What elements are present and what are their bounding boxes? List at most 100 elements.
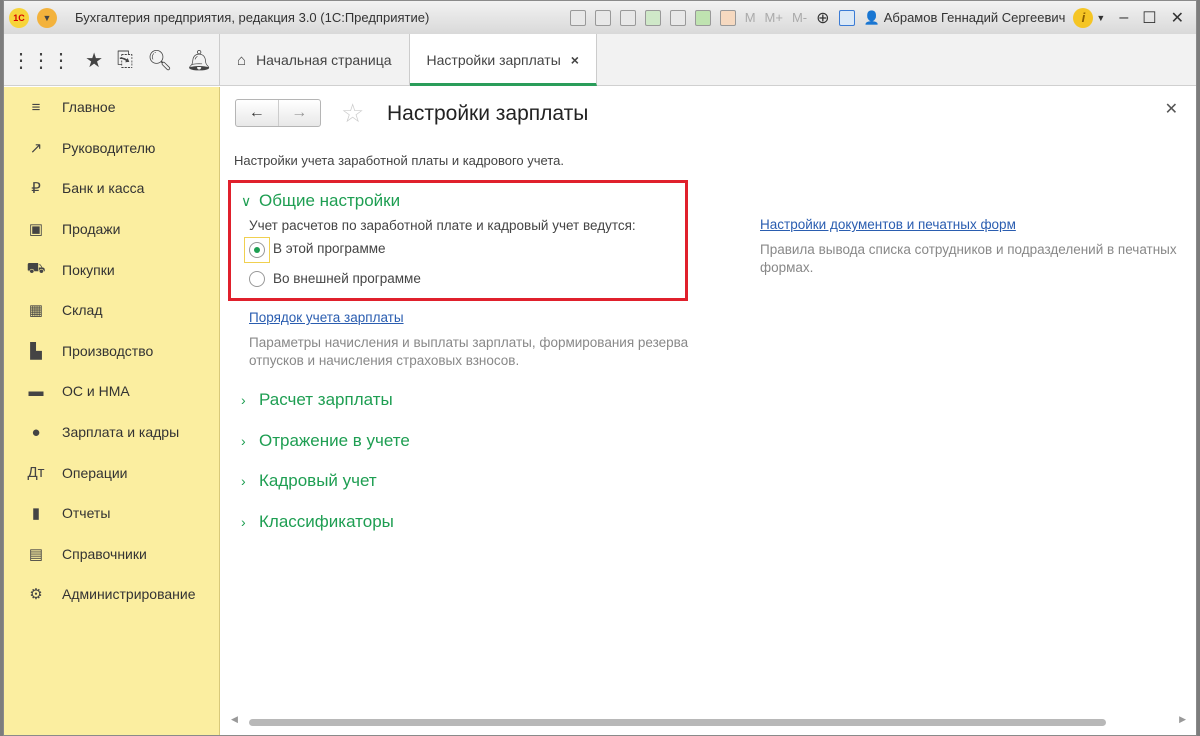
attach-file-icon[interactable] <box>644 9 661 26</box>
radio-external-program[interactable] <box>249 271 265 287</box>
user-name[interactable]: Абрамов Геннадий Сергеевич <box>884 10 1066 25</box>
sidebar-item[interactable]: ▦ Склад <box>4 290 219 331</box>
app-title: Бухгалтерия предприятия, редакция 3.0 (1… <box>75 10 430 25</box>
print-icon[interactable] <box>594 9 611 26</box>
radio-this-program[interactable] <box>249 242 265 258</box>
search-icon[interactable]: 🔍︎ <box>147 48 172 73</box>
sidebar-item[interactable]: ▮ Отчеты <box>4 493 219 534</box>
section-title: Общие настройки <box>259 191 401 210</box>
minimize-button[interactable]: – <box>1119 9 1128 27</box>
sidebar-item-label: Зарплата и кадры <box>62 424 180 441</box>
section-hr[interactable]: › Кадровый учет <box>241 471 377 491</box>
accounting-question: Учет расчетов по заработной плате и кадр… <box>249 218 636 233</box>
horizontal-scrollbar[interactable]: ◀ ▶ <box>231 714 1186 727</box>
close-tab-icon[interactable]: × <box>571 52 579 68</box>
section-icon: ▮ <box>31 505 41 523</box>
memory-minus-button[interactable]: M- <box>792 10 807 25</box>
sidebar-item[interactable]: ▬ ОС и НМА <box>4 371 219 412</box>
document-settings-link[interactable]: Настройки документов и печатных форм <box>760 217 1016 232</box>
chevron-down-icon[interactable]: ▼ <box>1096 13 1105 23</box>
section-icon: Дт <box>27 464 45 482</box>
nav-buttons: ← → <box>235 99 321 127</box>
sidebar-item[interactable]: ₽ Банк и касса <box>4 168 219 209</box>
panels-icon[interactable] <box>838 9 855 26</box>
title-toolbar: M M+ M- ⊕ 👤 <box>569 8 880 28</box>
memory-plus-button[interactable]: M+ <box>765 10 783 25</box>
section-payroll[interactable]: › Расчет зарплаты <box>241 390 393 410</box>
document-link-icon[interactable] <box>669 9 686 26</box>
form-description: Настройки учета заработной платы и кадро… <box>234 153 564 168</box>
section-classifiers[interactable]: › Классификаторы <box>241 512 394 532</box>
chevron-right-icon: › <box>241 514 246 530</box>
home-icon: ⌂ <box>237 51 247 69</box>
scrollbar-thumb[interactable] <box>249 719 1106 726</box>
section-general[interactable]: ∨ Общие настройки <box>241 191 400 211</box>
scroll-right-icon[interactable]: ▶ <box>1179 714 1186 725</box>
section-icon: ↗ <box>29 139 43 157</box>
tab-home[interactable]: ⌂ Начальная страница <box>220 34 410 86</box>
sidebar-item[interactable]: ● Зарплата и кадры <box>4 412 219 453</box>
quick-panel: ⋮⋮⋮ ★ ⎘ 🔍︎ 🔔︎ <box>4 34 220 86</box>
favorite-star-icon[interactable]: ☆ <box>341 98 364 129</box>
close-form-icon[interactable]: ✕ <box>1165 99 1178 119</box>
tab-label: Настройки зарплаты <box>426 52 561 68</box>
calculator-icon[interactable] <box>694 9 711 26</box>
section-icon: ▣ <box>28 221 44 239</box>
back-button[interactable]: ← <box>236 100 278 126</box>
sidebar-item[interactable]: ▙ Производство <box>4 331 219 372</box>
maximize-button[interactable]: ☐ <box>1142 8 1156 28</box>
favorites-icon[interactable]: ★ <box>85 48 103 73</box>
scroll-left-icon[interactable]: ◀ <box>231 714 238 725</box>
sidebar-item-label: Продажи <box>62 221 121 238</box>
calendar-icon[interactable] <box>719 9 736 26</box>
1c-logo: 1С <box>9 7 29 28</box>
info-icon[interactable]: i <box>1073 7 1094 28</box>
close-window-button[interactable]: ✕ <box>1171 8 1184 28</box>
section-accounting-reflection[interactable]: › Отражение в учете <box>241 431 410 451</box>
sidebar-item-label: Главное <box>62 99 116 116</box>
sidebar-item-label: Склад <box>62 302 103 319</box>
tab-salary-settings[interactable]: Настройки зарплаты × <box>409 34 597 86</box>
user-icon: 👤 <box>863 9 880 25</box>
app-window: 1С ▼ Бухгалтерия предприятия, редакция 3… <box>3 0 1197 736</box>
notifications-icon[interactable]: 🔔︎ <box>187 48 212 73</box>
sidebar-item-label: Справочники <box>62 545 147 562</box>
sidebar-item[interactable]: ⚙ Администрирование <box>4 574 219 615</box>
main-menu-button[interactable]: ▼ <box>37 7 57 28</box>
section-icon: ≡ <box>31 98 41 116</box>
section-title: Классификаторы <box>259 512 394 531</box>
sidebar-item[interactable]: ≡ Главное <box>4 87 219 128</box>
zoom-icon[interactable]: ⊕ <box>816 8 829 28</box>
memory-m-button[interactable]: M <box>745 10 756 25</box>
chevron-right-icon: › <box>241 473 246 489</box>
save-icon[interactable] <box>569 9 586 26</box>
section-icon: ▦ <box>28 302 44 320</box>
section-icon: ● <box>31 423 41 441</box>
sidebar-item-label: ОС и НМА <box>62 383 130 400</box>
form-area: ← → ☆ Настройки зарплаты ✕ Настройки уче… <box>221 87 1196 735</box>
sections-sidebar: ≡ Главное ↗ Руководителю ₽ Банк и касса ▣ Прода… <box>4 87 220 735</box>
apps-grid-icon[interactable]: ⋮⋮⋮ <box>11 48 71 73</box>
sidebar-item[interactable]: ⛟ Покупки <box>4 249 219 290</box>
preview-icon[interactable] <box>619 9 636 26</box>
forward-button[interactable]: → <box>277 100 321 126</box>
section-title: Расчет зарплаты <box>259 390 393 409</box>
history-icon[interactable]: ⎘ <box>117 49 133 72</box>
tab-bar: ⌂ Начальная страница Настройки зарплаты … <box>220 34 597 86</box>
page-title: Настройки зарплаты <box>387 102 589 125</box>
chevron-right-icon: › <box>241 392 246 408</box>
sidebar-item[interactable]: ▤ Справочники <box>4 534 219 575</box>
sidebar-item[interactable]: ↗ Руководителю <box>4 128 219 169</box>
section-title: Кадровый учет <box>259 471 377 490</box>
radio-label[interactable]: В этой программе <box>273 241 386 256</box>
radio-label[interactable]: Во внешней программе <box>273 271 421 286</box>
sidebar-item-label: Администрирование <box>62 586 196 603</box>
title-bar: 1С ▼ Бухгалтерия предприятия, редакция 3… <box>4 1 1196 34</box>
section-icon: ▙ <box>30 342 42 360</box>
sidebar-item[interactable]: Дт Операции <box>4 452 219 493</box>
sidebar-item-label: Руководителю <box>62 139 156 156</box>
sidebar-item-label: Производство <box>62 342 154 359</box>
salary-accounting-link[interactable]: Порядок учета зарплаты <box>249 310 404 325</box>
sidebar-item[interactable]: ▣ Продажи <box>4 209 219 250</box>
chevron-down-icon: ∨ <box>241 192 252 209</box>
